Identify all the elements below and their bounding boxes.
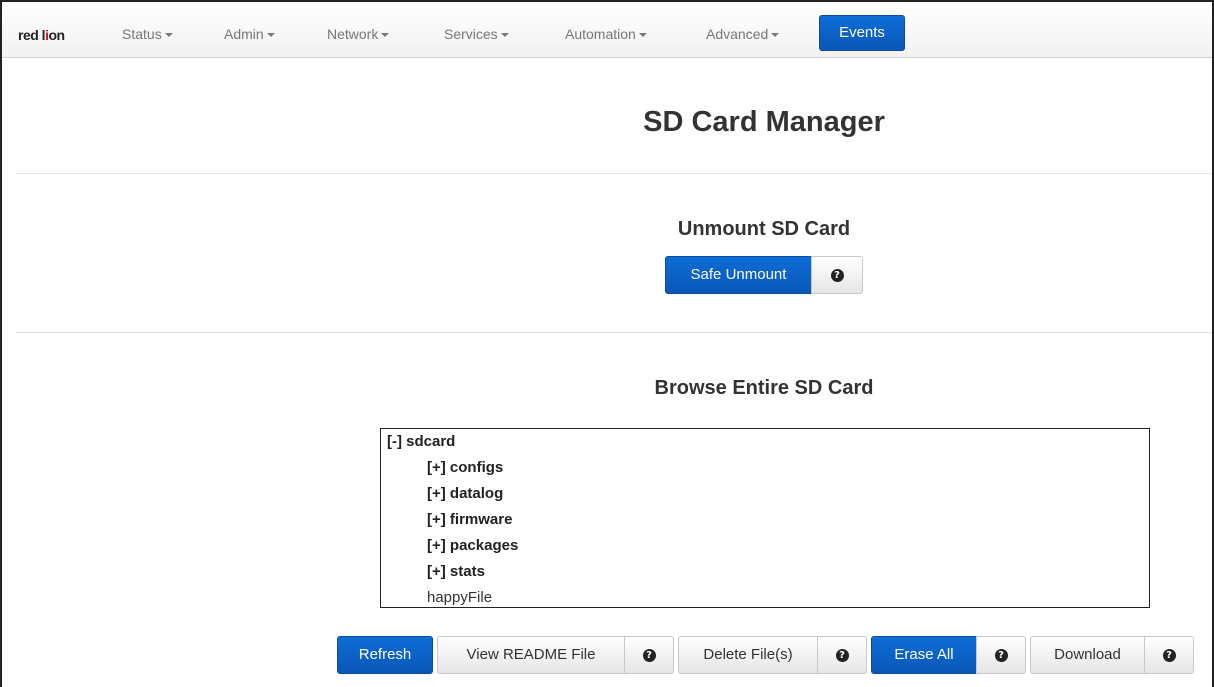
refresh-button[interactable]: Refresh (337, 636, 433, 674)
nav-admin-label: Admin (224, 26, 264, 42)
logo-text-left: red l (18, 27, 46, 43)
tree-root-sdcard[interactable]: [-] sdcard (387, 433, 455, 450)
nav-status-label: Status (122, 26, 162, 42)
download-button[interactable]: Download (1030, 636, 1145, 674)
logo-text-right: on (48, 27, 65, 43)
divider (16, 332, 1212, 333)
nav-admin[interactable]: Admin (224, 26, 275, 42)
nav-status[interactable]: Status (122, 26, 173, 42)
caret-down-icon (638, 33, 647, 38)
caret-down-icon (164, 33, 173, 38)
caret-down-icon (500, 33, 509, 38)
nav-advanced-label: Advanced (706, 26, 769, 42)
tree-folder-firmware[interactable]: [+] firmware (427, 511, 512, 528)
nav-services-label: Services (444, 26, 498, 42)
question-circle-icon: ? (994, 648, 1008, 662)
nav-automation[interactable]: Automation (565, 26, 647, 42)
sd-card-file-tree[interactable]: [-] sdcard [+] configs [+] datalog [+] f… (380, 428, 1150, 608)
caret-down-icon (381, 33, 390, 38)
nav-events[interactable]: Events (819, 15, 905, 51)
nav-network[interactable]: Network (327, 26, 390, 42)
caret-down-icon (771, 33, 780, 38)
tree-folder-datalog[interactable]: [+] datalog (427, 485, 503, 502)
unmount-section-title: Unmount SD Card (677, 218, 851, 240)
erase-all-button[interactable]: Erase All (871, 636, 977, 674)
download-help-button[interactable]: ? (1144, 636, 1194, 674)
tree-folder-configs[interactable]: [+] configs (427, 459, 503, 476)
nav-services[interactable]: Services (444, 26, 509, 42)
question-circle-icon: ? (830, 268, 844, 282)
tree-folder-stats[interactable]: [+] stats (427, 563, 485, 580)
view-readme-help-button[interactable]: ? (624, 636, 674, 674)
top-navbar: red lion Status Admin Network Services A… (2, 2, 1212, 58)
safe-unmount-help-button[interactable]: ? (811, 256, 863, 294)
browse-section-title: Browse Entire SD Card (654, 377, 874, 399)
page-title: SD Card Manager (643, 106, 885, 138)
nav-automation-label: Automation (565, 26, 636, 42)
nav-advanced[interactable]: Advanced (706, 26, 780, 42)
erase-all-help-button[interactable]: ? (976, 636, 1026, 674)
red-lion-logo[interactable]: red lion (18, 27, 65, 43)
question-circle-icon: ? (835, 648, 849, 662)
divider (16, 173, 1212, 174)
safe-unmount-button[interactable]: Safe Unmount (665, 256, 812, 294)
delete-files-help-button[interactable]: ? (817, 636, 867, 674)
nav-network-label: Network (327, 26, 379, 42)
caret-down-icon (266, 33, 275, 38)
question-circle-icon: ? (1162, 648, 1176, 662)
view-readme-button[interactable]: View README File (437, 636, 625, 674)
tree-folder-packages[interactable]: [+] packages (427, 537, 518, 554)
tree-file-happyfile[interactable]: happyFile (427, 589, 492, 606)
question-circle-icon: ? (642, 648, 656, 662)
delete-files-button[interactable]: Delete File(s) (678, 636, 818, 674)
